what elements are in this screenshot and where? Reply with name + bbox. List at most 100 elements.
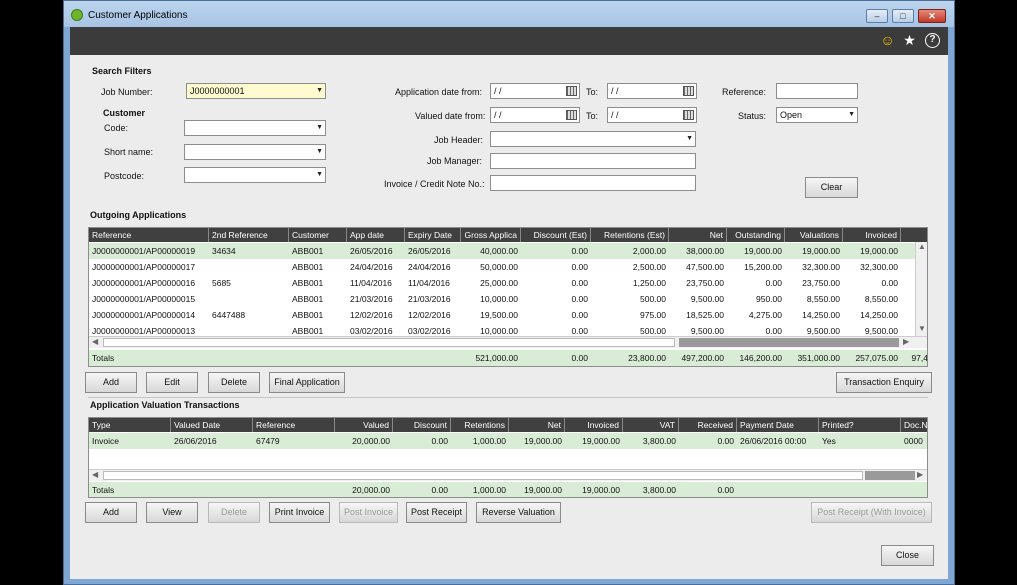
table-cell xyxy=(209,323,289,336)
table-row[interactable]: J0000000001/AP00000019 34634 ABB001 26/05/2… xyxy=(89,243,915,259)
table-cell: 24/04/2016 xyxy=(408,262,451,272)
table-cell: 8,550.00 xyxy=(806,294,840,304)
table-cell: 38,000.00 xyxy=(686,246,724,256)
table-row[interactable]: Invoice 26/06/2016 67479 20,000.00 0.00 1,000… xyxy=(89,433,927,449)
column-header[interactable]: Payment Date xyxy=(737,418,819,432)
column-header[interactable]: Invoiced xyxy=(565,418,623,432)
table-cell: 9,500.00 xyxy=(806,326,840,336)
table-row[interactable]: J0000000001/AP00000017 ABB001 24/04/2016 24… xyxy=(89,259,915,275)
valued-date-from-input[interactable]: / / xyxy=(490,107,580,123)
title-bar[interactable]: Customer Applications – □ ✕ xyxy=(64,1,954,27)
job-number-value: J0000000001 xyxy=(190,86,245,96)
table-cell: 0.00 xyxy=(717,436,734,446)
help-icon[interactable]: ? xyxy=(925,33,940,48)
table-cell: 4,275.00 xyxy=(748,310,782,320)
table-cell: 0.00 xyxy=(571,246,588,256)
post-invoice-button[interactable]: Post Invoice xyxy=(339,502,398,523)
app-date-to-input[interactable]: / / xyxy=(607,83,697,99)
table-cell: 32,300.00 xyxy=(860,262,898,272)
post-receipt-button[interactable]: Post Receipt xyxy=(406,502,467,523)
code-select[interactable]: ▼ xyxy=(184,120,326,136)
table-cell: 950.00 xyxy=(756,294,782,304)
table-cell: 26/05/2016 xyxy=(350,246,393,256)
table-cell: 19,000.00 xyxy=(860,246,898,256)
app-date-to-label: To: xyxy=(586,87,599,97)
column-header[interactable]: Retentions xyxy=(451,418,509,432)
job-manager-input[interactable] xyxy=(490,153,696,169)
clear-button[interactable]: Clear xyxy=(805,177,858,198)
window-title: Customer Applications xyxy=(88,10,188,21)
scroll-track xyxy=(865,471,915,480)
totals-cell: 23,800.00 xyxy=(628,353,666,363)
delete-application-button[interactable]: Delete xyxy=(208,372,260,393)
totals-cell: 0.00 xyxy=(717,485,734,495)
close-button[interactable]: Close xyxy=(881,545,934,566)
table-cell: 25,000.00 xyxy=(480,278,518,288)
outgoing-horizontal-scrollbar[interactable]: ◀ ▶ xyxy=(89,336,927,348)
scroll-thumb[interactable] xyxy=(103,471,863,480)
table-row[interactable]: J0000000001/AP00000016 5685 ABB001 11/04/20… xyxy=(89,275,915,291)
smiley-icon[interactable]: ☺ xyxy=(880,33,895,48)
calendar-icon[interactable] xyxy=(683,110,694,120)
column-header[interactable]: VAT xyxy=(623,418,679,432)
edit-application-button[interactable]: Edit xyxy=(146,372,198,393)
status-select[interactable]: Open ▼ xyxy=(776,107,858,123)
column-header[interactable]: Valued Date xyxy=(171,418,253,432)
short-name-select[interactable]: ▼ xyxy=(184,144,326,160)
postcode-select[interactable]: ▼ xyxy=(184,167,326,183)
job-header-select[interactable]: ▼ xyxy=(490,131,696,147)
table-cell: 19,000.00 xyxy=(744,246,782,256)
minimize-button[interactable]: – xyxy=(866,9,888,23)
calendar-icon[interactable] xyxy=(566,86,577,96)
view-valuation-button[interactable]: View xyxy=(146,502,198,523)
valued-date-to-input[interactable]: / / xyxy=(607,107,697,123)
column-header[interactable]: Doc.N xyxy=(901,418,927,432)
delete-valuation-button[interactable]: Delete xyxy=(208,502,260,523)
post-receipt-with-invoice-button[interactable]: Post Receipt (With Invoice) xyxy=(811,502,932,523)
add-valuation-button[interactable]: Add xyxy=(85,502,137,523)
totals-cell: 3,800.00 xyxy=(642,485,676,495)
scroll-thumb[interactable] xyxy=(103,338,675,347)
column-header[interactable]: Discount xyxy=(393,418,451,432)
table-row[interactable]: J0000000001/AP00000015 ABB001 21/03/2016 21… xyxy=(89,291,915,307)
outgoing-vertical-scrollbar[interactable]: ▲ ▼ xyxy=(915,242,927,336)
print-invoice-button[interactable]: Print Invoice xyxy=(269,502,330,523)
table-cell: 32,300.00 xyxy=(802,262,840,272)
table-cell: 9,500.00 xyxy=(864,326,898,336)
app-date-from-input[interactable]: / / xyxy=(490,83,580,99)
customer-heading: Customer xyxy=(103,108,146,118)
column-header[interactable]: Received xyxy=(681,418,737,432)
table-cell: J0000000001/AP00000016 xyxy=(92,278,196,288)
table-cell: 26/06/2016 xyxy=(174,436,217,446)
job-number-select[interactable]: J0000000001 ▼ xyxy=(186,83,326,99)
table-row[interactable]: J0000000001/AP00000013 ABB001 03/02/2016 03… xyxy=(89,323,915,336)
reference-input[interactable] xyxy=(776,83,858,99)
calendar-icon[interactable] xyxy=(566,110,577,120)
column-header[interactable]: Type xyxy=(89,418,171,432)
table-cell: 18,525.00 xyxy=(686,310,724,320)
table-cell: 0.00 xyxy=(571,310,588,320)
table-row[interactable]: J0000000001/AP00000014 6447488 ABB001 12/02… xyxy=(89,307,915,323)
valuation-transactions-grid[interactable]: Type Valued Date Reference Valued Discount Re… xyxy=(88,417,928,498)
column-header[interactable]: Net xyxy=(509,418,565,432)
invoice-credit-note-input[interactable] xyxy=(490,175,696,191)
column-header[interactable]: Reference xyxy=(253,418,335,432)
calendar-icon[interactable] xyxy=(683,86,694,96)
column-header[interactable]: Valued xyxy=(335,418,393,432)
reverse-valuation-button[interactable]: Reverse Valuation xyxy=(476,502,561,523)
table-cell: 19,000.00 xyxy=(802,246,840,256)
chevron-down-icon: ▼ xyxy=(316,148,323,155)
outgoing-applications-grid[interactable]: Reference 2nd Reference Customer App date Ex… xyxy=(88,227,928,367)
final-application-button[interactable]: Final Application xyxy=(269,372,345,393)
table-cell: 14,250.00 xyxy=(802,310,840,320)
star-icon[interactable]: ★ xyxy=(902,33,917,48)
transaction-enquiry-button[interactable]: Transaction Enquiry xyxy=(836,372,932,393)
valuation-horizontal-scrollbar[interactable]: ◀ ▶ xyxy=(89,469,927,481)
table-cell: 23,750.00 xyxy=(686,278,724,288)
close-window-button[interactable]: ✕ xyxy=(918,9,946,23)
add-application-button[interactable]: Add xyxy=(85,372,137,393)
maximize-button[interactable]: □ xyxy=(892,9,914,23)
totals-cell: 0.00 xyxy=(431,485,448,495)
job-header-label: Job Header: xyxy=(434,135,484,145)
column-header[interactable]: Printed? xyxy=(819,418,901,432)
